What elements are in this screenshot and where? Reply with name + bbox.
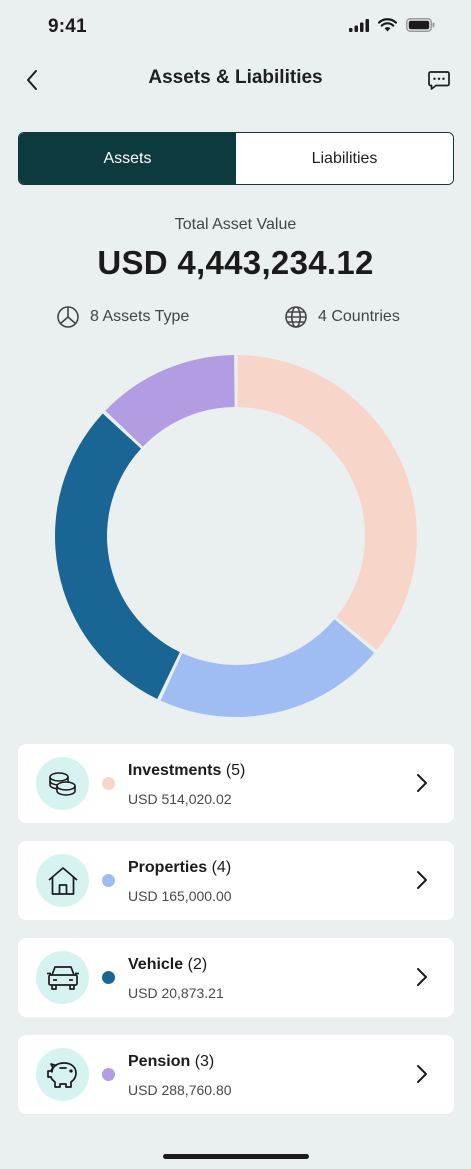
chevron-right-icon (410, 771, 434, 795)
category-amount: USD 288,760.80 (128, 1082, 232, 1098)
globe-icon (285, 306, 307, 328)
category-count: (5) (225, 762, 246, 779)
asset-types-info: 8 Assets Type (56, 305, 189, 329)
asset-donut-chart (50, 350, 422, 722)
category-icon-container (36, 854, 89, 907)
asset-category-investments[interactable]: Investments (5) USD 514,020.02 (18, 744, 454, 823)
category-name: Investments (128, 762, 222, 779)
asset-types-text: 8 Assets Type (90, 308, 190, 325)
total-asset-label: Total Asset Value (174, 216, 297, 233)
chevron-right-icon (410, 1062, 434, 1086)
status-bar: 9:41 (0, 0, 471, 56)
status-icons (349, 18, 435, 32)
asset-category-properties[interactable]: Properties (4) USD 165,000.00 (18, 841, 454, 920)
total-asset-value: USD 4,443,234.12 (97, 244, 374, 281)
category-color-dot (102, 874, 115, 887)
status-time: 9:41 (48, 16, 87, 37)
category-amount: USD 514,020.02 (128, 791, 232, 807)
donut-slice-vehicle (54, 413, 180, 699)
car-icon (46, 965, 79, 990)
house-icon (47, 866, 78, 895)
page-title: Assets & Liabilities (148, 67, 323, 88)
category-color-dot (102, 1068, 115, 1081)
wifi-icon (378, 18, 397, 32)
category-amount: USD 165,000.00 (128, 888, 232, 904)
coins-icon (48, 771, 76, 796)
category-title: Vehicle (2) (128, 956, 207, 974)
donut-slice-pension (105, 355, 235, 447)
message-button[interactable] (425, 66, 453, 94)
category-name: Pension (128, 1053, 191, 1070)
header: Assets & Liabilities (0, 56, 471, 104)
chat-icon (428, 71, 450, 90)
category-name: Vehicle (128, 956, 184, 973)
category-icon-container (36, 1048, 89, 1101)
asset-category-pension[interactable]: Pension (3) USD 288,760.80 (18, 1035, 454, 1114)
tab-liabilities[interactable]: Liabilities (236, 133, 453, 184)
category-icon-container (36, 951, 89, 1004)
chevron-right-icon (410, 965, 434, 989)
category-name: Properties (128, 859, 208, 876)
countries-info: 4 Countries (284, 305, 400, 329)
assets-liabilities-toggle: Assets Liabilities (18, 132, 454, 185)
battery-icon (406, 18, 435, 32)
category-title: Investments (5) (128, 762, 245, 780)
piggy-bank-icon (46, 1061, 77, 1088)
category-icon-container (36, 757, 89, 810)
category-count: (4) (211, 859, 232, 876)
cellular-signal-icon (349, 18, 369, 32)
countries-text: 4 Countries (318, 308, 400, 325)
donut-slice-properties (160, 619, 375, 717)
category-color-dot (102, 777, 115, 790)
home-indicator[interactable] (163, 1154, 309, 1159)
asset-category-vehicle[interactable]: Vehicle (2) USD 20,873.21 (18, 938, 454, 1017)
category-color-dot (102, 971, 115, 984)
pie-chart-icon (57, 306, 79, 328)
category-amount: USD 20,873.21 (128, 985, 224, 1001)
category-count: (2) (187, 956, 208, 973)
tab-assets[interactable]: Assets (19, 133, 236, 184)
category-title: Properties (4) (128, 859, 231, 877)
donut-slice-investments (237, 355, 418, 650)
category-title: Pension (3) (128, 1053, 214, 1071)
assets-liabilities-screen: 9:41 Assets & Liabilities Assets Liabili… (0, 0, 471, 1169)
category-count: (3) (194, 1053, 215, 1070)
chevron-right-icon (410, 868, 434, 892)
